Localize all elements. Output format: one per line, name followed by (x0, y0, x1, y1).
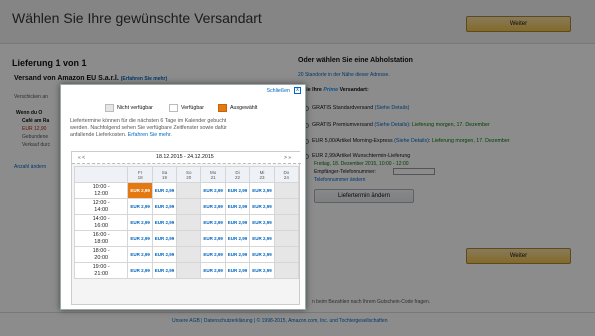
slot-unavailable (273, 246, 300, 263)
learn-more-link[interactable]: Erfahren Sie mehr. (128, 132, 172, 138)
slot[interactable]: EUR 2,99 (200, 230, 226, 247)
slot[interactable]: EUR 2,99 (200, 246, 226, 263)
slot[interactable]: EUR 2,99 (200, 262, 226, 279)
calendar: « < 18.12.2015 - 24.12.2015 > » Fr 18 Sa 1… (71, 151, 301, 305)
slot[interactable]: EUR 2,99 (200, 198, 226, 215)
slot[interactable]: EUR 2,99 (127, 230, 153, 247)
prev-week-icon[interactable]: « < (78, 155, 85, 161)
slot-unavailable (176, 246, 202, 263)
close-icon[interactable]: x (294, 87, 301, 94)
slot-row: 14:00 -16:00 EUR 2,99 EUR 2,99 EUR 2,99 … (73, 214, 300, 231)
info-text-3: anfallende Lieferkosten. Erfahren Sie me… (70, 132, 172, 138)
slot[interactable]: EUR 2,99 (151, 230, 178, 247)
slot[interactable]: EUR 2,99 (249, 262, 275, 279)
close-link[interactable]: Schließen (266, 88, 290, 94)
slot[interactable]: EUR 2,99 (151, 246, 178, 263)
slot-row: 12:00 -14:00 EUR 2,99 EUR 2,99 EUR 2,99 … (73, 198, 300, 215)
info-text-1: Liefertermine können für die nächsten 6 … (70, 118, 227, 124)
slot[interactable]: EUR 2,99 (249, 198, 275, 215)
delivery-date-modal: Schließen x Nicht verfügbar Verfügbar Au… (60, 84, 306, 310)
time-label: 12:00 -14:00 (73, 198, 129, 215)
time-label: 16:00 -18:00 (73, 230, 129, 247)
slot-row: 19:00 -21:00 EUR 2,99 EUR 2,99 EUR 2,99 … (73, 262, 300, 279)
day-do: Do 24 (273, 166, 300, 183)
slot-unavailable (273, 182, 300, 199)
day-fr: Fr 18 (127, 166, 153, 183)
next-week-icon[interactable]: > » (284, 155, 291, 161)
slot[interactable]: EUR 2,99 (200, 182, 226, 199)
slot[interactable]: EUR 2,99 (249, 246, 275, 263)
slot[interactable]: EUR 2,99 (151, 198, 178, 215)
slot[interactable]: EUR 2,99 (151, 262, 178, 279)
calendar-nav: « < 18.12.2015 - 24.12.2015 > » (72, 152, 301, 164)
slot[interactable]: EUR 2,99 (127, 214, 153, 231)
time-label: 10:00 -12:00 (73, 182, 129, 199)
slot-grid: Fr 18 Sa 19 So 20 Mo 21 Di 22 Mi 23 Do 24 10:00… (73, 166, 300, 279)
corner-cell (73, 166, 129, 183)
slot[interactable]: EUR 2,99 (224, 214, 251, 231)
slot[interactable]: EUR 2,99 (224, 246, 251, 263)
slot[interactable]: EUR 2,99 (249, 182, 275, 199)
slot-unavailable (273, 214, 300, 231)
info-text-2: werden. Nachfolgend sehen Sie verfügbare… (70, 125, 227, 131)
day-di: Di 22 (224, 166, 251, 183)
day-mo: Mo 21 (200, 166, 226, 183)
slot-row: 18:00 -20:00 EUR 2,99 EUR 2,99 EUR 2,99 … (73, 246, 300, 263)
time-label: 14:00 -16:00 (73, 214, 129, 231)
legend-unavailable-label: Nicht verfügbar (117, 105, 153, 111)
slot-row: 16:00 -18:00 EUR 2,99 EUR 2,99 EUR 2,99 … (73, 230, 300, 247)
slot-row: 10:00 -12:00 EUR 2,99 EUR 2,99 EUR 2,99 … (73, 182, 300, 199)
day-header-row: Fr 18 Sa 19 So 20 Mo 21 Di 22 Mi 23 Do 24 (73, 166, 300, 183)
day-sa: Sa 19 (151, 166, 178, 183)
slot[interactable]: EUR 2,99 (127, 246, 153, 263)
slot[interactable]: EUR 2,99 (224, 198, 251, 215)
date-range: 18.12.2015 - 24.12.2015 (156, 154, 214, 160)
slot-unavailable (176, 214, 202, 231)
legend-available-swatch (169, 104, 178, 112)
slot[interactable]: EUR 2,99 (224, 262, 251, 279)
slot-unavailable (176, 182, 202, 199)
slot[interactable]: EUR 2,99 (127, 198, 153, 215)
slot-selected[interactable]: EUR 2,99 (127, 182, 153, 199)
day-mi: Mi 23 (249, 166, 275, 183)
slot[interactable]: EUR 2,99 (200, 214, 226, 231)
legend-selected-label: Ausgewählt (230, 105, 258, 111)
slot[interactable]: EUR 2,99 (151, 182, 178, 199)
slot[interactable]: EUR 2,99 (127, 262, 153, 279)
slot-unavailable (176, 198, 202, 215)
legend-selected-swatch (218, 104, 227, 112)
slot[interactable]: EUR 2,99 (224, 182, 251, 199)
slot-unavailable (273, 262, 300, 279)
slot[interactable]: EUR 2,99 (224, 230, 251, 247)
legend-unavailable-swatch (105, 104, 114, 112)
slot-unavailable (176, 230, 202, 247)
day-so: So 20 (176, 166, 202, 183)
slot[interactable]: EUR 2,99 (151, 214, 178, 231)
slot[interactable]: EUR 2,99 (249, 230, 275, 247)
slot[interactable]: EUR 2,99 (249, 214, 275, 231)
time-label: 18:00 -20:00 (73, 246, 129, 263)
slot-unavailable (273, 230, 300, 247)
legend-available-label: Verfügbar (181, 105, 204, 111)
time-label: 19:00 -21:00 (73, 262, 129, 279)
slot-unavailable (273, 198, 300, 215)
slot-unavailable (176, 262, 202, 279)
